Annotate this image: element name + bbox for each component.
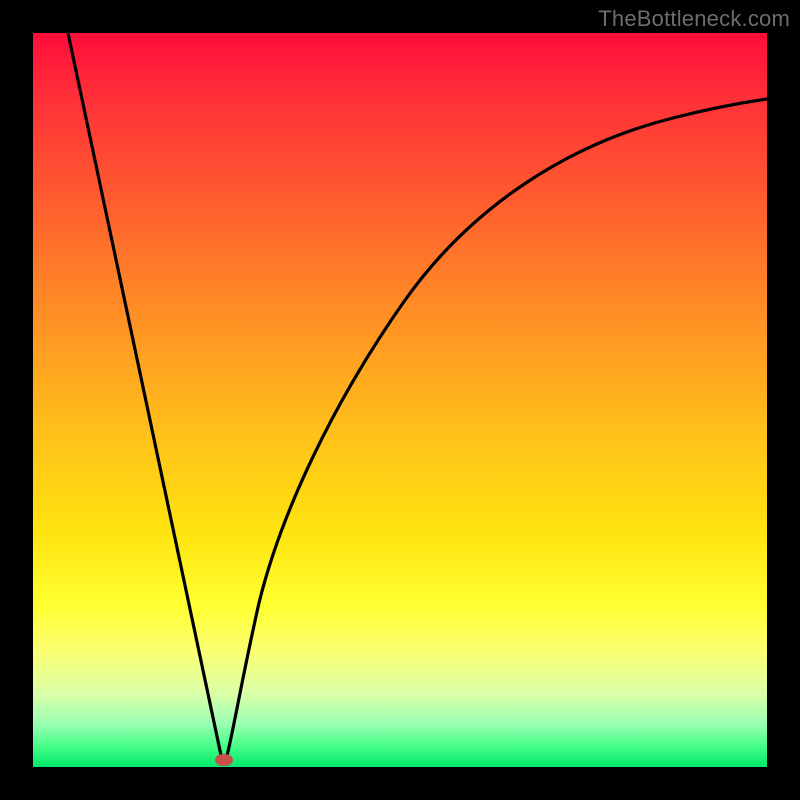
chart-frame: TheBottleneck.com [0, 0, 800, 800]
optimum-marker [215, 754, 233, 766]
bottleneck-curve [33, 33, 767, 767]
plot-area [33, 33, 767, 767]
curve-left-branch [68, 33, 222, 760]
watermark-label: TheBottleneck.com [598, 6, 790, 32]
curve-right-branch [226, 99, 767, 760]
